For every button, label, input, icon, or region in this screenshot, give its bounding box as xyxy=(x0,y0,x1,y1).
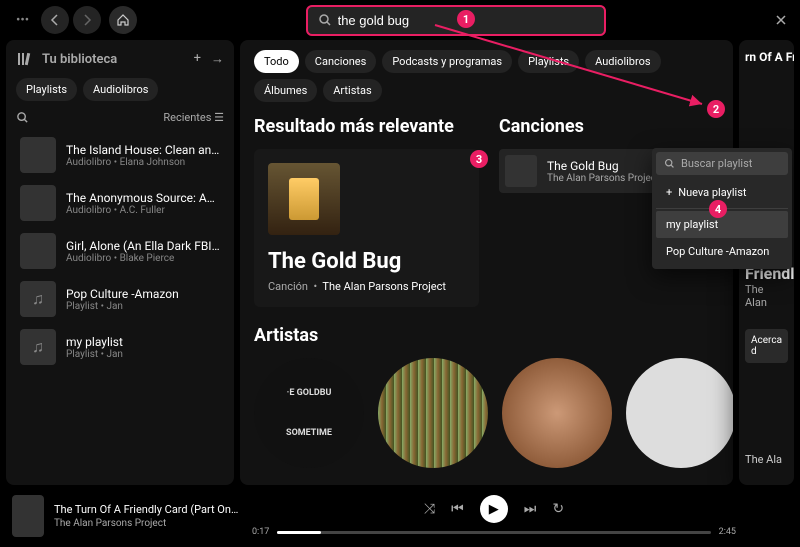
artists-section: Artistas ·E GOLDBUSOMETIME xyxy=(254,325,719,468)
filter-all[interactable]: Todo xyxy=(254,50,299,73)
annotation-marker-4: 4 xyxy=(709,200,727,218)
top-result-title: The Gold Bug xyxy=(268,249,465,274)
library-item[interactable]: Girl, Alone (An Ella Dark FBI Suspens...… xyxy=(16,228,224,274)
about-card[interactable]: Acerca d xyxy=(745,329,788,363)
shuffle-button[interactable]: ⤨ xyxy=(424,501,435,517)
expand-library-button[interactable]: → xyxy=(211,51,224,67)
right-panel-artist: The Alan xyxy=(745,283,788,309)
more-dots-icon[interactable]: ••• xyxy=(12,9,33,32)
right-panel-title: rn Of A Frie xyxy=(745,50,788,64)
plus-icon: + xyxy=(666,186,672,199)
next-button[interactable]: ⏭ xyxy=(524,501,537,517)
top-result-card[interactable]: The Gold Bug Canción • The Alan Parsons … xyxy=(254,149,479,307)
filter-songs[interactable]: Canciones xyxy=(305,50,377,73)
library-label: Tu biblioteca xyxy=(42,52,117,67)
filter-podcasts[interactable]: Podcasts y programas xyxy=(382,50,512,73)
library-header[interactable]: Tu biblioteca xyxy=(16,50,117,68)
nav-arrows xyxy=(41,6,101,34)
nav-back-button[interactable] xyxy=(41,6,69,34)
artist-item[interactable] xyxy=(378,358,488,468)
home-button[interactable] xyxy=(109,6,137,34)
annotation-marker-2: 2 xyxy=(707,100,725,118)
library-item[interactable]: ♫my playlistPlaylist • Jan xyxy=(16,324,224,370)
search-box[interactable] xyxy=(306,5,606,36)
search-icon xyxy=(664,158,675,169)
add-library-button[interactable]: + xyxy=(194,51,201,67)
nav-forward-button[interactable] xyxy=(73,6,101,34)
library-icon xyxy=(16,50,34,68)
filter-audiobooks[interactable]: Audiolibros xyxy=(585,50,660,73)
artist-item[interactable] xyxy=(502,358,612,468)
play-button[interactable]: ▶ xyxy=(480,495,508,523)
library-item[interactable]: ♫Pop Culture -AmazonPlaylist • Jan xyxy=(16,276,224,322)
right-panel-bottom: The Ala xyxy=(745,453,788,466)
top-result-cover xyxy=(268,163,340,235)
prev-button[interactable]: ⏮ xyxy=(451,501,464,517)
np-cover[interactable] xyxy=(12,495,44,537)
library-list: The Island House: Clean and Sweet R...Au… xyxy=(16,132,224,370)
library-sort[interactable]: Recientes ☰ xyxy=(163,111,224,124)
now-playing-bar: The Turn Of A Friendly Card (Part One) -… xyxy=(0,485,800,547)
song-artist: The Alan Parsons Project xyxy=(547,173,661,184)
top-result-meta: Canción • The Alan Parsons Project xyxy=(268,280,465,293)
filter-albums[interactable]: Álbumes xyxy=(254,79,317,102)
filter-chips: Todo Canciones Podcasts y programas Play… xyxy=(254,50,719,102)
library-item[interactable]: The Anonymous Source: An Alex Van...Audi… xyxy=(16,180,224,226)
submenu-pop-culture[interactable]: Pop Culture -Amazon xyxy=(656,238,788,265)
music-note-icon: ♫ xyxy=(20,281,56,317)
library-search-icon[interactable] xyxy=(16,111,29,124)
filter-artists[interactable]: Artistas xyxy=(323,79,381,102)
song-title: The Gold Bug xyxy=(547,159,661,173)
music-note-icon: ♫ xyxy=(20,329,56,365)
submenu-search[interactable]: Buscar playlist xyxy=(656,152,788,175)
library-item[interactable]: The Island House: Clean and Sweet R...Au… xyxy=(16,132,224,178)
chip-playlists[interactable]: Playlists xyxy=(16,78,77,101)
search-icon xyxy=(318,13,332,27)
annotation-marker-3: 3 xyxy=(470,150,488,168)
sidebar: Tu biblioteca + → Playlists Audiolibros … xyxy=(6,40,234,485)
topbar: ••• xyxy=(0,0,800,40)
artist-item[interactable]: ·E GOLDBUSOMETIME xyxy=(254,358,364,468)
filter-playlists[interactable]: Playlists xyxy=(518,50,579,73)
artist-item[interactable] xyxy=(626,358,733,468)
top-result-heading: Resultado más relevante xyxy=(254,116,479,137)
np-total: 2:45 xyxy=(719,527,736,537)
song-cover xyxy=(505,155,537,187)
np-artist[interactable]: The Alan Parsons Project xyxy=(54,518,240,529)
progress-bar[interactable] xyxy=(277,531,710,534)
songs-heading: Canciones xyxy=(499,116,719,137)
chip-audiobooks[interactable]: Audiolibros xyxy=(83,78,158,101)
top-result-section: Resultado más relevante The Gold Bug Can… xyxy=(254,116,479,307)
np-elapsed: 0:17 xyxy=(252,527,269,537)
np-title[interactable]: The Turn Of A Friendly Card (Part One) -… xyxy=(54,503,240,518)
annotation-marker-1: 1 xyxy=(457,10,475,28)
repeat-button[interactable]: ↻ xyxy=(552,501,564,517)
artists-heading: Artistas xyxy=(254,325,719,346)
clear-search-icon[interactable] xyxy=(774,13,788,27)
